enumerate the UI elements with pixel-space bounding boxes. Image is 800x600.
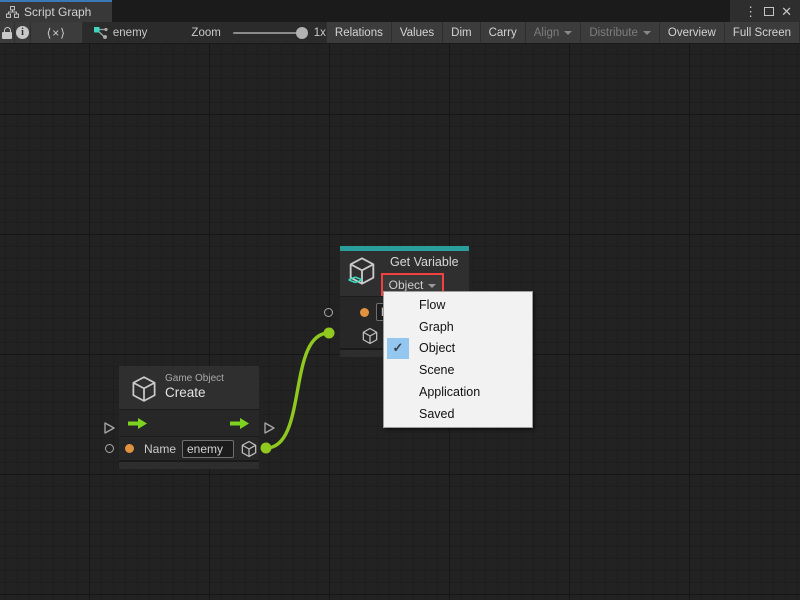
get-variable-header: <> Get Variable Object xyxy=(340,251,469,296)
create-footer xyxy=(119,460,259,469)
dim-button[interactable]: Dim xyxy=(443,22,480,43)
graph-canvas[interactable]: <> Get Variable Object xyxy=(0,44,800,600)
menu-item-application[interactable]: Application xyxy=(384,381,532,403)
overview-button[interactable]: Overview xyxy=(660,22,725,43)
menu-item-saved[interactable]: Saved xyxy=(384,403,532,425)
name-port[interactable] xyxy=(360,308,369,317)
graph-name[interactable]: enemy xyxy=(113,27,148,39)
name-row: Name xyxy=(119,436,259,460)
tab-bar: Script Graph ⋮ ✕ xyxy=(0,0,800,22)
graph-toolbar: i ⟨×⟩ enemy Zoom 1x Relations V xyxy=(0,22,800,44)
breadcrumb: enemy Zoom 1x xyxy=(83,22,327,43)
menu-check-gutter xyxy=(387,359,409,381)
menu-item-flow[interactable]: Flow xyxy=(384,294,532,316)
close-icon[interactable]: ✕ xyxy=(781,5,792,18)
tab-script-graph[interactable]: Script Graph xyxy=(0,0,112,22)
gameobject-output-icon[interactable] xyxy=(239,439,259,459)
carry-button[interactable]: Carry xyxy=(481,22,526,43)
flow-out-arrow-icon[interactable] xyxy=(229,417,251,430)
zoom-value: 1x xyxy=(314,27,326,39)
lock-icon xyxy=(2,27,12,39)
maximize-icon[interactable] xyxy=(764,7,774,16)
get-variable-title: Get Variable xyxy=(390,255,459,269)
relations-button[interactable]: Relations xyxy=(327,22,392,43)
code-icon: ⟨×⟩ xyxy=(47,26,66,40)
gameobject-port-icon[interactable] xyxy=(360,326,380,346)
name-input[interactable] xyxy=(182,440,234,458)
menu-item-graph[interactable]: Graph xyxy=(384,316,532,338)
menu-check-gutter xyxy=(387,381,409,403)
flow-in-port[interactable] xyxy=(103,421,116,435)
chevron-down-icon xyxy=(428,284,436,288)
flow-in-arrow-icon[interactable] xyxy=(127,417,149,430)
graph-asset-icon xyxy=(93,26,108,40)
menu-check-gutter xyxy=(387,403,409,425)
node-category: Game Object xyxy=(165,373,224,384)
menu-check-gutter xyxy=(387,294,409,316)
check-icon: ✓ xyxy=(393,340,404,356)
flow-row xyxy=(119,409,259,436)
name-port[interactable] xyxy=(125,444,134,453)
create-gameobject-node[interactable]: Game Object Create Name xyxy=(119,366,259,469)
info-button[interactable]: i xyxy=(15,22,30,43)
more-icon[interactable]: ⋮ xyxy=(744,5,757,18)
graph-hierarchy-icon xyxy=(6,6,19,18)
flow-out-port[interactable] xyxy=(263,421,276,435)
distribute-button[interactable]: Distribute xyxy=(581,22,660,43)
menu-item-scene[interactable]: Scene xyxy=(384,359,532,381)
zoom-slider[interactable] xyxy=(233,32,306,34)
zoom-slider-handle[interactable] xyxy=(296,27,308,39)
menu-check-gutter: ✓ xyxy=(387,338,409,360)
name-in-port[interactable] xyxy=(105,444,114,453)
variable-kind-menu: Flow Graph ✓ Object Scene Application xyxy=(383,291,533,428)
create-titles: Game Object Create xyxy=(165,373,224,400)
name-label: Name xyxy=(144,442,176,456)
window-controls: ⋮ ✕ xyxy=(730,0,800,22)
tab-title: Script Graph xyxy=(24,5,91,19)
chevron-down-icon xyxy=(643,31,651,35)
info-icon: i xyxy=(16,26,29,39)
chevron-down-icon xyxy=(564,31,572,35)
preview-code-button[interactable]: ⟨×⟩ xyxy=(31,22,83,43)
zoom-label: Zoom xyxy=(191,27,220,39)
align-button[interactable]: Align xyxy=(526,22,582,43)
menu-check-gutter xyxy=(387,316,409,338)
create-header: Game Object Create xyxy=(119,366,259,409)
lock-button[interactable] xyxy=(0,22,15,43)
gameobject-cube-icon xyxy=(129,374,159,404)
node-title: Create xyxy=(165,385,224,400)
values-button[interactable]: Values xyxy=(392,22,443,43)
menu-item-object[interactable]: ✓ Object xyxy=(384,338,532,360)
script-graph-window: Script Graph ⋮ ✕ i ⟨×⟩ xyxy=(0,0,800,600)
input-port-ring[interactable] xyxy=(324,308,333,317)
code-brackets-icon: <> xyxy=(348,273,362,288)
fullscreen-button[interactable]: Full Screen xyxy=(725,22,800,43)
